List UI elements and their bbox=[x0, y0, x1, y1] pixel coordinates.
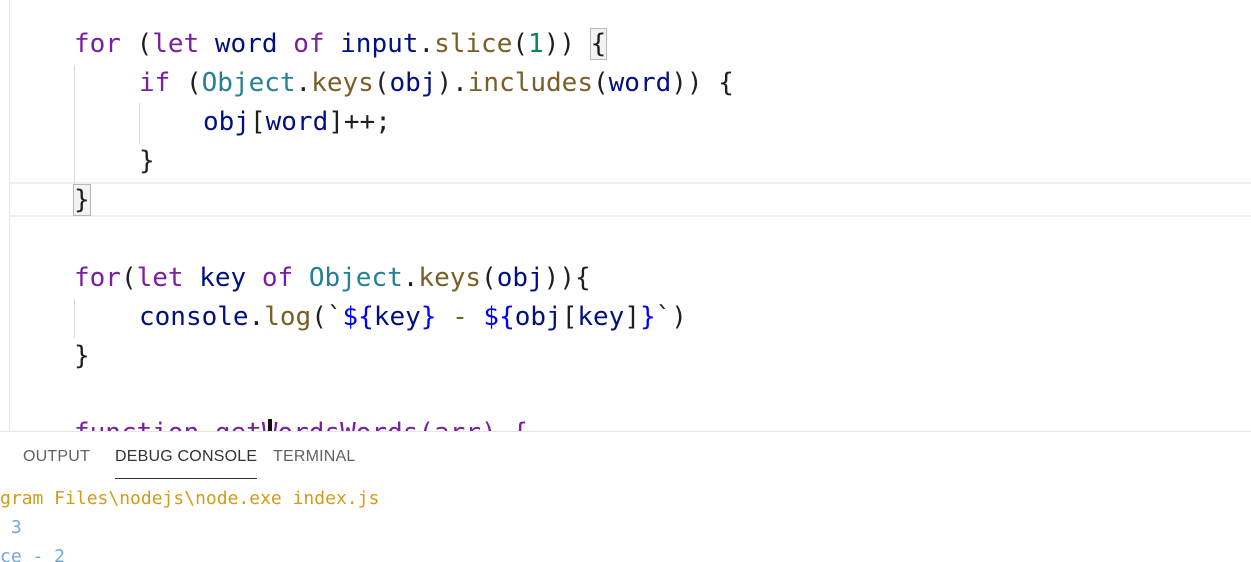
code-line-4[interactable]: } bbox=[139, 142, 155, 181]
code-token: } bbox=[420, 302, 437, 332]
code-token: ( bbox=[481, 263, 497, 293]
code-token: ] bbox=[624, 302, 640, 332]
code-token: } bbox=[639, 302, 656, 332]
code-token: ( bbox=[120, 29, 153, 59]
code-line-6[interactable]: for(let key of Object.keys(obj)){ bbox=[74, 259, 591, 298]
code-token: if bbox=[139, 68, 171, 98]
code-token: `) bbox=[655, 302, 687, 332]
code-token: key bbox=[199, 263, 247, 293]
code-token: ( bbox=[120, 263, 137, 293]
code-token: ). bbox=[436, 68, 468, 98]
code-token: keys bbox=[311, 68, 374, 98]
code-token: slice bbox=[434, 29, 513, 59]
code-editor[interactable]: for (let word of input.slice(1)) { if (O… bbox=[0, 0, 1251, 431]
code-token: log bbox=[264, 302, 312, 332]
indent-guide bbox=[139, 103, 140, 144]
code-token: 1 bbox=[528, 29, 544, 59]
code-token: obj bbox=[389, 68, 437, 98]
code-token: word bbox=[265, 107, 329, 137]
code-line-9-partial[interactable]: function getWordsWords(arr) { bbox=[74, 414, 528, 431]
code-line-5[interactable]: } bbox=[73, 181, 91, 220]
code-token: } bbox=[139, 146, 155, 176]
code-token: )) bbox=[543, 29, 591, 59]
code-token: key bbox=[577, 302, 625, 332]
code-token: word bbox=[214, 29, 278, 59]
code-token: obj bbox=[203, 107, 250, 137]
code-token: obj bbox=[496, 263, 544, 293]
code-line-7[interactable]: console.log(`${key} - ${obj[key]}`) bbox=[139, 298, 687, 337]
code-token: ( bbox=[512, 29, 529, 59]
code-token: ( bbox=[170, 68, 202, 98]
code-token: for bbox=[74, 29, 121, 59]
code-token: ( bbox=[593, 68, 609, 98]
code-token: key bbox=[373, 302, 421, 332]
code-token: includes bbox=[467, 68, 593, 98]
code-token: console bbox=[139, 302, 249, 332]
tab-output[interactable]: OUTPUT bbox=[23, 448, 90, 466]
code-token: )) { bbox=[671, 68, 734, 98]
code-token: (` bbox=[311, 302, 343, 332]
code-line-2[interactable]: if (Object.keys(obj).includes(word)) { bbox=[139, 64, 734, 103]
code-token: . bbox=[402, 263, 419, 293]
code-token: for bbox=[74, 263, 121, 293]
code-token: ( bbox=[373, 68, 390, 98]
tab-terminal[interactable]: TERMINAL bbox=[273, 448, 356, 466]
code-line-1[interactable]: for (let word of input.slice(1)) { bbox=[74, 25, 608, 64]
code-token: [ bbox=[561, 302, 578, 332]
code-line-3[interactable]: obj[word]++; bbox=[203, 103, 391, 142]
console-command-line: gram Files\nodejs\node.exe index.js bbox=[0, 488, 380, 509]
tab-debug-console[interactable]: DEBUG CONSOLE bbox=[115, 448, 258, 479]
code-token: Object bbox=[201, 68, 296, 98]
indent-guide bbox=[74, 299, 75, 338]
code-token: { bbox=[589, 28, 608, 60]
code-token: ${ bbox=[342, 302, 374, 332]
code-token: . bbox=[248, 302, 265, 332]
code-token: } bbox=[74, 341, 90, 371]
code-token: of bbox=[261, 263, 294, 293]
code-token: of bbox=[293, 29, 325, 59]
code-token: Object bbox=[308, 263, 403, 293]
code-token: } bbox=[73, 184, 91, 216]
console-output-line-2: ce - 2 bbox=[0, 546, 66, 562]
code-token: keys bbox=[418, 263, 482, 293]
code-line-8[interactable]: } bbox=[74, 337, 90, 376]
code-token: let bbox=[152, 29, 200, 59]
current-line-highlight bbox=[10, 182, 1251, 217]
text-cursor bbox=[268, 419, 272, 431]
console-output-line-1: 3 bbox=[0, 517, 22, 538]
code-token: . bbox=[418, 29, 435, 59]
debug-panel[interactable]: OUTPUT DEBUG CONSOLE TERMINAL gram Files… bbox=[0, 431, 1251, 562]
code-token: obj bbox=[514, 302, 562, 332]
code-token: input bbox=[340, 29, 419, 59]
code-token: - bbox=[436, 302, 484, 332]
code-token: )){ bbox=[543, 263, 591, 293]
code-token: ${ bbox=[483, 302, 515, 332]
code-token: function getWordsWords(arr) { bbox=[74, 418, 528, 431]
code-token: . bbox=[295, 68, 312, 98]
code-token: let bbox=[136, 263, 184, 293]
code-token: word bbox=[608, 68, 672, 98]
code-token: ]++; bbox=[328, 107, 391, 137]
code-token: [ bbox=[249, 107, 266, 137]
